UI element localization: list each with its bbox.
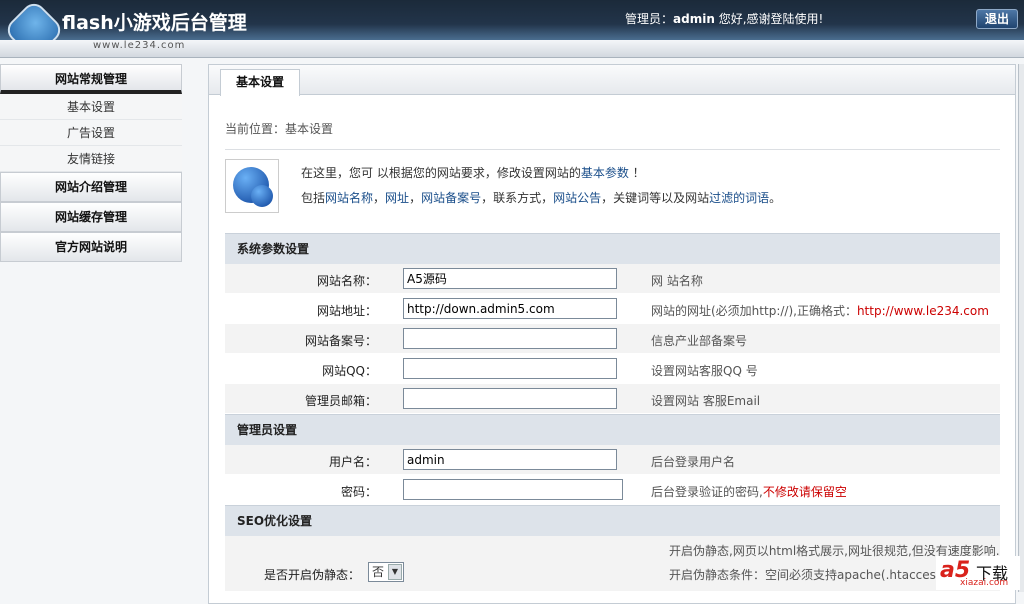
tab-basic-settings[interactable]: 基本设置 <box>220 69 300 96</box>
icp-input[interactable] <box>403 328 617 349</box>
site-url-input[interactable] <box>403 298 617 319</box>
row-rewrite: 开启伪静态,网页以html格式展示,网址很规范,但没有速度影响. 是否开启伪静态… <box>225 536 1000 592</box>
site-url: www.le234.com <box>93 40 186 51</box>
password-input[interactable] <box>403 479 623 500</box>
globe-icon <box>225 159 279 213</box>
row-site-url: 网站地址：网站的网址(必须加http://),正确格式：http://www.l… <box>225 294 1000 324</box>
tab-bar: 基本设置 <box>209 65 1015 96</box>
row-site-name: 网站名称：网 站名称 <box>225 264 1000 294</box>
app-title: flash小游戏后台管理 <box>62 12 247 34</box>
intro-line-2: 包括网站名称，网址，网站备案号，联系方式，网站公告，关键词等以及网站过滤的词语。 <box>301 191 782 205</box>
chevron-down-icon: ▼ <box>388 564 402 580</box>
sidebar-group-official[interactable]: 官方网站说明 <box>0 232 182 262</box>
settings-form: 系统参数设置 网站名称：网 站名称 网站地址：网站的网址(必须加http://)… <box>225 233 1000 592</box>
sidebar-group-general[interactable]: 网站常规管理 <box>0 64 182 94</box>
logout-button[interactable]: 退出 <box>976 9 1018 29</box>
top-header: flash小游戏后台管理 管理员：admin 您好,感谢登陆使用! 退出 <box>0 0 1024 62</box>
section-system: 系统参数设置 <box>225 233 1000 264</box>
main-panel: 基本设置 当前位置：基本设置 在这里，您可 以根据您的网站要求，修改设置网站的基… <box>208 64 1016 604</box>
sidebar-group-cache[interactable]: 网站缓存管理 <box>0 202 182 232</box>
welcome-text: 管理员：admin 您好,感谢登陆使用! <box>625 12 824 26</box>
watermark-logo: a5 下载 xiazai.com <box>936 556 1020 590</box>
site-name-input[interactable] <box>403 268 617 289</box>
row-username: 用户名：后台登录用户名 <box>225 445 1000 475</box>
divider <box>225 149 1000 150</box>
row-email: 管理员邮箱： 设置网站 客服Email <box>225 384 1000 414</box>
sidebar: 网站常规管理 基本设置 广告设置 友情链接 网站介绍管理 网站缓存管理 官方网站… <box>0 64 182 262</box>
email-input[interactable] <box>403 388 617 409</box>
sidebar-item-ad-settings[interactable]: 广告设置 <box>0 120 182 146</box>
section-admin: 管理员设置 <box>225 414 1000 445</box>
row-password: 密码： 后台登录验证的密码,不修改请保留空 <box>225 475 1000 505</box>
intro-line-1: 在这里，您可 以根据您的网站要求，修改设置网站的基本参数 ！ <box>301 166 645 180</box>
section-seo: SEO优化设置 <box>225 505 1000 536</box>
qq-input[interactable] <box>403 358 617 379</box>
rewrite-select[interactable]: 否 ▼ <box>368 562 404 582</box>
row-icp: 网站备案号： 信息产业部备案号 <box>225 324 1000 354</box>
sidebar-item-basic-settings[interactable]: 基本设置 <box>0 94 182 120</box>
row-qq: 网站QQ： 设置网站客服QQ 号 <box>225 354 1000 384</box>
breadcrumb: 当前位置：基本设置 <box>225 122 334 136</box>
username-input[interactable] <box>403 449 617 470</box>
sidebar-group-intro[interactable]: 网站介绍管理 <box>0 172 182 202</box>
scrollbar[interactable] <box>1018 64 1024 592</box>
sidebar-item-friend-links[interactable]: 友情链接 <box>0 146 182 172</box>
